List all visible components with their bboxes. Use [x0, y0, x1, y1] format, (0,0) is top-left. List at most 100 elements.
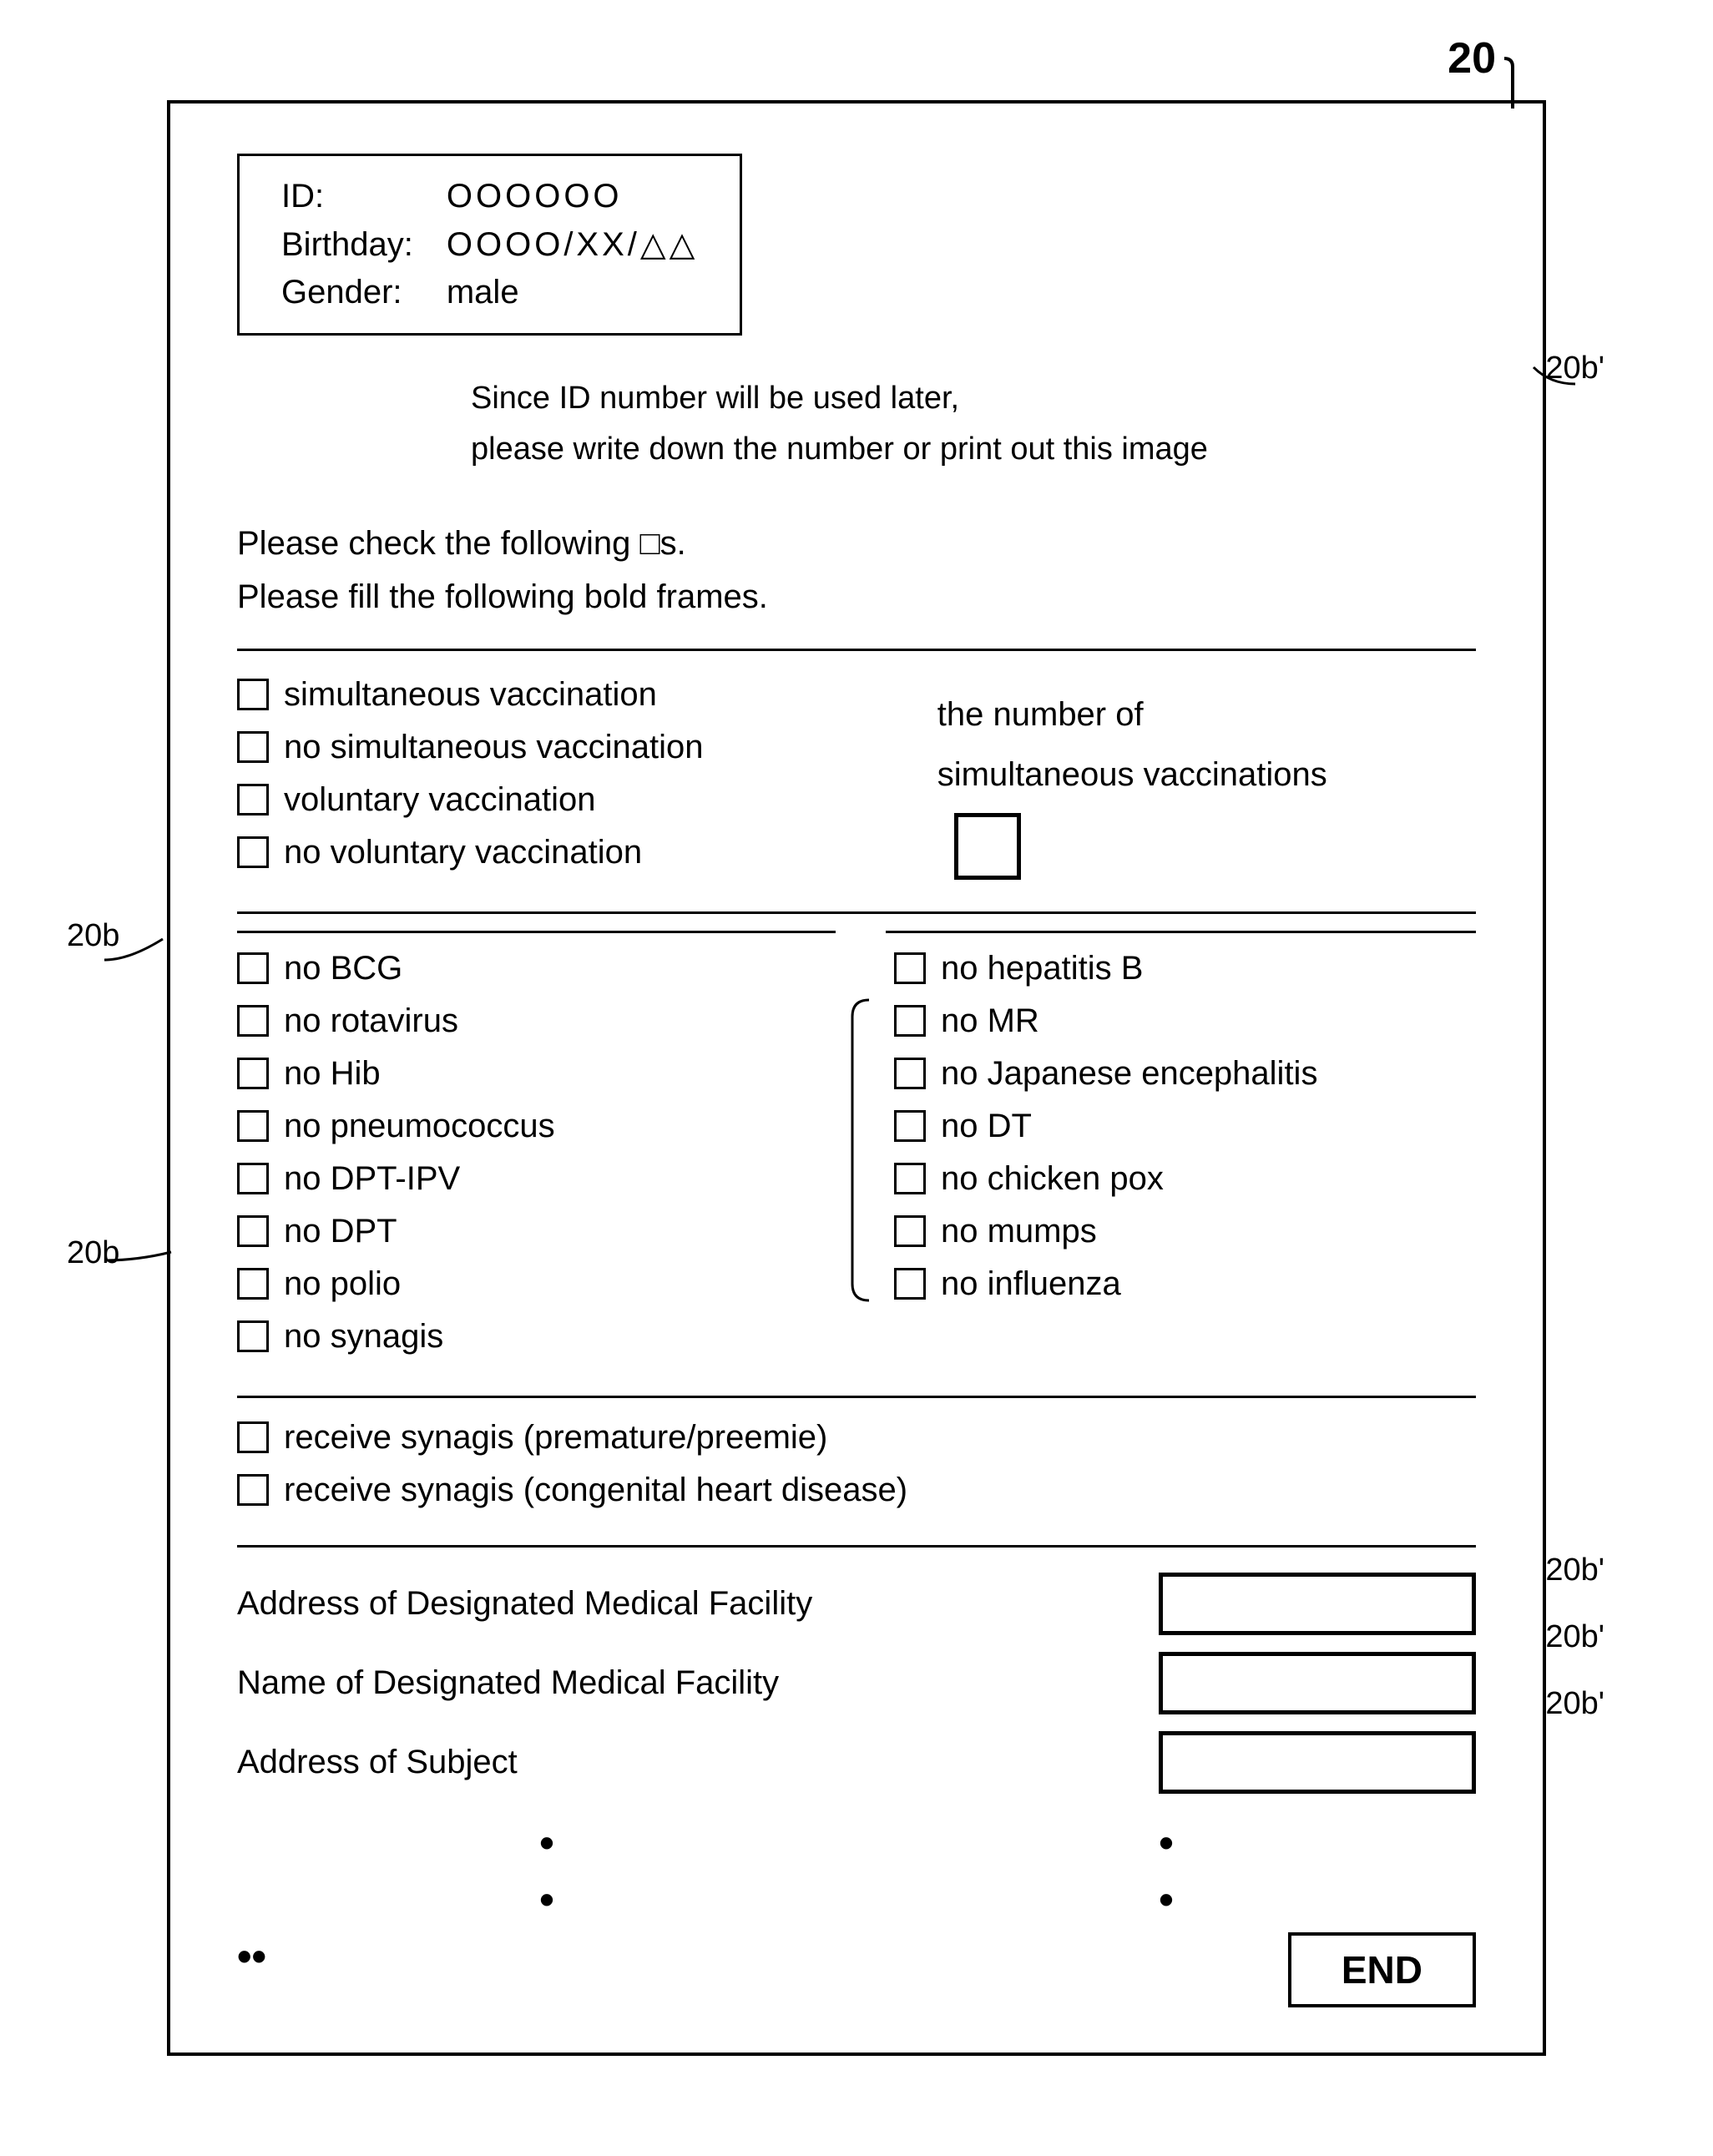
- main-card: ID: OOOOOO Birthday: OOOO/XX/△△ Gender: …: [167, 100, 1546, 2056]
- id-box: ID: OOOOOO Birthday: OOOO/XX/△△ Gender: …: [237, 154, 742, 336]
- chk-no-hib: no Hib: [237, 1055, 819, 1093]
- id-value: OOOOOO: [438, 173, 707, 220]
- checkbox-no-synagis[interactable]: [237, 1320, 269, 1352]
- dots-row-1: • •: [237, 1819, 1476, 1867]
- chk-no-synagis: no synagis: [237, 1318, 819, 1356]
- info-line2: please write down the number or print ou…: [471, 424, 1476, 475]
- no-vax-section: no BCG no rotavirus no Hib no pneumococc…: [237, 931, 1476, 1371]
- checkbox-no-pneumococcus[interactable]: [237, 1110, 269, 1142]
- curved-bracket: [836, 931, 886, 1371]
- count-box-wrapper: [937, 813, 1021, 880]
- birthday-value: OOOO/XX/△△: [438, 220, 707, 269]
- checkbox-no-mumps[interactable]: [894, 1215, 926, 1247]
- checkbox-simultaneous[interactable]: [237, 679, 269, 710]
- dot-4: •: [1159, 1876, 1174, 1924]
- facility-name-input[interactable]: [1159, 1652, 1476, 1714]
- label-no-jap-enceph: no Japanese encephalitis: [941, 1055, 1317, 1093]
- checkbox-synagis-heart[interactable]: [237, 1474, 269, 1506]
- label-no-dpt: no DPT: [284, 1213, 397, 1250]
- label-synagis-heart: receive synagis (congenital heart diseas…: [284, 1472, 907, 1509]
- id-label: ID:: [273, 173, 438, 220]
- checkbox-no-simultaneous[interactable]: [237, 731, 269, 763]
- chk-no-hep-b: no hepatitis B: [894, 950, 1476, 987]
- label-no-hib: no Hib: [284, 1055, 381, 1093]
- label-no-dpt-ipv: no DPT-IPV: [284, 1160, 460, 1198]
- chk-no-bcg: no BCG: [237, 950, 819, 987]
- section-divider-1: [237, 649, 1476, 651]
- count-line1: the number of: [937, 696, 1144, 733]
- checkbox-synagis-premature[interactable]: [237, 1421, 269, 1453]
- chk-no-simultaneous: no simultaneous vaccination: [237, 729, 937, 766]
- facility-address-label: Address of Designated Medical Facility: [237, 1585, 1159, 1623]
- dot-2: •: [1159, 1819, 1174, 1867]
- facility-name-label: Name of Designated Medical Facility: [237, 1664, 1159, 1702]
- label-no-rotavirus: no rotavirus: [284, 1002, 458, 1040]
- chk-no-mr: no MR: [894, 1002, 1476, 1040]
- checkbox-no-polio[interactable]: [237, 1268, 269, 1300]
- chk-no-mumps: no mumps: [894, 1213, 1476, 1250]
- info-line1: Since ID number will be used later,: [471, 373, 1476, 424]
- label-no-influenza: no influenza: [941, 1265, 1121, 1303]
- checkbox-voluntary[interactable]: [237, 784, 269, 815]
- chk-simultaneous: simultaneous vaccination: [237, 676, 937, 714]
- chk-no-voluntary: no voluntary vaccination: [237, 834, 937, 871]
- end-button[interactable]: END: [1288, 1932, 1476, 2007]
- gender-value: male: [438, 269, 707, 316]
- dot-3: •: [539, 1876, 554, 1924]
- birthday-label: Birthday:: [273, 220, 438, 269]
- facility-subject-label: Address of Subject: [237, 1744, 1159, 1781]
- checkbox-no-dpt[interactable]: [237, 1215, 269, 1247]
- label-no-hep-b: no hepatitis B: [941, 950, 1143, 987]
- vac-count-area: the number of simultaneous vaccinations: [937, 676, 1476, 880]
- chk-voluntary: voluntary vaccination: [237, 781, 937, 819]
- label-no-voluntary: no voluntary vaccination: [284, 834, 642, 871]
- vac-checkboxes: simultaneous vaccination no simultaneous…: [237, 676, 937, 886]
- label-simultaneous: simultaneous vaccination: [284, 676, 657, 714]
- label-no-mr: no MR: [941, 1002, 1039, 1040]
- no-vax-left: no BCG no rotavirus no Hib no pneumococc…: [237, 931, 836, 1371]
- info-text: Since ID number will be used later, plea…: [471, 373, 1476, 475]
- count-label: the number of simultaneous vaccinations: [937, 684, 1327, 805]
- label-synagis-premature: receive synagis (premature/preemie): [284, 1419, 827, 1457]
- chk-no-dpt-ipv: no DPT-IPV: [237, 1160, 819, 1198]
- facility-row-name: Name of Designated Medical Facility: [237, 1652, 1476, 1714]
- facility-address-input[interactable]: [1159, 1573, 1476, 1635]
- checkbox-no-dt[interactable]: [894, 1110, 926, 1142]
- label-no-chicken-pox: no chicken pox: [941, 1160, 1164, 1198]
- chk-no-chicken-pox: no chicken pox: [894, 1160, 1476, 1198]
- chk-no-polio: no polio: [237, 1265, 819, 1303]
- chk-no-pneumococcus: no pneumococcus: [237, 1108, 819, 1145]
- checkbox-no-influenza[interactable]: [894, 1268, 926, 1300]
- chk-no-influenza: no influenza: [894, 1265, 1476, 1303]
- chk-no-dt: no DT: [894, 1108, 1476, 1145]
- gender-label: Gender:: [273, 269, 438, 316]
- count-line2: simultaneous vaccinations: [937, 756, 1327, 793]
- ref-20b-prime-facility1: 20b': [1545, 1553, 1604, 1588]
- checkbox-no-rotavirus[interactable]: [237, 1005, 269, 1037]
- page-container: 20 ID: OOOOOO Birthday: OOOO/XX/△△ Gende…: [0, 0, 1713, 2156]
- facility-subject-input[interactable]: [1159, 1731, 1476, 1794]
- checkbox-no-dpt-ipv[interactable]: [237, 1163, 269, 1194]
- facility-row-subject: Address of Subject: [237, 1731, 1476, 1794]
- synagis-section: receive synagis (premature/preemie) rece…: [237, 1396, 1476, 1548]
- instruction-text: Please check the following □s. Please fi…: [237, 517, 1476, 624]
- facility-section: Address of Designated Medical Facility N…: [237, 1573, 1476, 1794]
- chk-no-jap-enceph: no Japanese encephalitis: [894, 1055, 1476, 1093]
- label-no-polio: no polio: [284, 1265, 401, 1303]
- checkbox-no-chicken-pox[interactable]: [894, 1163, 926, 1194]
- label-no-mumps: no mumps: [941, 1213, 1097, 1250]
- checkbox-no-voluntary[interactable]: [237, 836, 269, 868]
- chk-no-rotavirus: no rotavirus: [237, 1002, 819, 1040]
- bracket-svg: [844, 992, 877, 1309]
- checkbox-no-mr[interactable]: [894, 1005, 926, 1037]
- label-no-simultaneous: no simultaneous vaccination: [284, 729, 704, 766]
- checkbox-no-bcg[interactable]: [237, 952, 269, 984]
- chk-no-dpt: no DPT: [237, 1213, 819, 1250]
- simul-count-box[interactable]: [954, 813, 1021, 880]
- checkbox-no-hep-b[interactable]: [894, 952, 926, 984]
- dots-row-3: • • END: [237, 1932, 1476, 2007]
- bracket-20b-left-bottom: [96, 1235, 196, 1285]
- dot-1: •: [539, 1819, 554, 1867]
- checkbox-no-hib[interactable]: [237, 1058, 269, 1089]
- checkbox-no-jap-enceph[interactable]: [894, 1058, 926, 1089]
